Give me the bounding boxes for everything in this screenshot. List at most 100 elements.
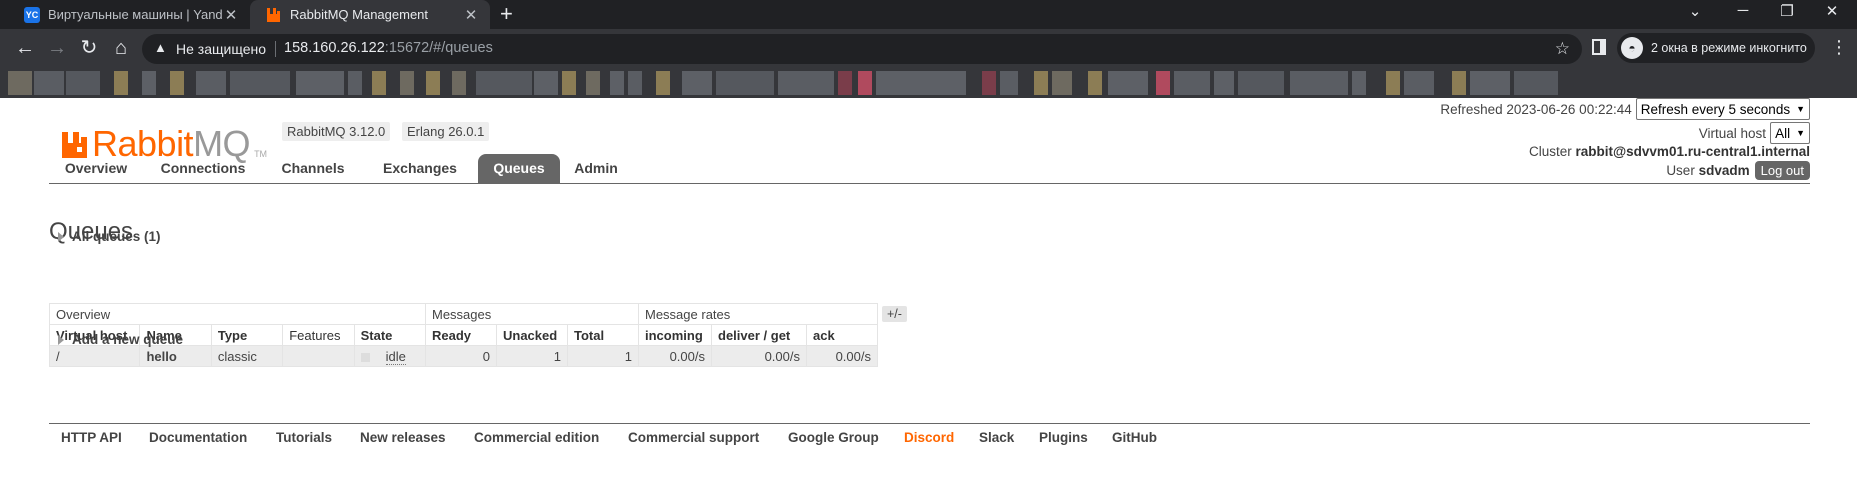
bookmark-item[interactable] xyxy=(1514,71,1558,95)
reload-icon[interactable]: ↻ xyxy=(76,37,102,59)
url-text[interactable]: 158.160.26.122:15672/#/queues xyxy=(284,40,493,56)
bookmark-item[interactable] xyxy=(876,71,966,95)
incognito-badge[interactable]: ◓ 2 окна в режиме инкогнито xyxy=(1617,33,1815,63)
browser-menu-icon[interactable]: ⋮ xyxy=(1830,37,1848,58)
bookmark-item[interactable] xyxy=(170,71,184,95)
address-bar[interactable]: ▲ Не защищено 158.160.26.122:15672/#/que… xyxy=(142,34,1582,64)
tab-channels[interactable]: Channels xyxy=(263,154,363,183)
bookmark-item[interactable] xyxy=(778,71,834,95)
footer-link-new-releases[interactable]: New releases xyxy=(360,430,446,445)
expand-triangle-icon xyxy=(58,334,64,345)
bookmark-item[interactable] xyxy=(1034,71,1048,95)
tab-overview[interactable]: Overview xyxy=(49,154,143,183)
tab-exchanges[interactable]: Exchanges xyxy=(363,154,477,183)
bookmark-item[interactable] xyxy=(372,71,386,95)
bookmark-item[interactable] xyxy=(476,71,532,95)
footer-link-commercial-support[interactable]: Commercial support xyxy=(628,430,759,445)
bookmark-item[interactable] xyxy=(628,71,642,95)
tab-queues[interactable]: Queues xyxy=(478,154,560,183)
bookmark-item[interactable] xyxy=(142,71,156,95)
bookmark-item[interactable] xyxy=(610,71,624,95)
bookmark-item[interactable] xyxy=(1088,71,1102,95)
bookmark-item[interactable] xyxy=(534,71,558,95)
col-deliver-get[interactable]: deliver / get xyxy=(711,324,807,346)
bookmark-item[interactable] xyxy=(586,71,600,95)
column-options-button[interactable]: +/- xyxy=(882,306,907,322)
bookmark-item[interactable] xyxy=(1052,71,1072,95)
bookmark-item[interactable] xyxy=(1404,71,1434,95)
col-type[interactable]: Type xyxy=(210,324,284,346)
bookmark-item[interactable] xyxy=(656,71,670,95)
bookmark-item[interactable] xyxy=(682,71,712,95)
tab-yandex-cloud[interactable]: YC Виртуальные машины | Yandex Clo ✕ xyxy=(8,0,250,29)
footer-link-plugins[interactable]: Plugins xyxy=(1039,430,1088,445)
bookmark-item[interactable] xyxy=(1214,71,1234,95)
bookmark-item[interactable] xyxy=(34,71,64,95)
tab-search-chevron-icon[interactable]: ⌄ xyxy=(1683,2,1707,20)
forward-icon[interactable]: → xyxy=(44,37,70,59)
bookmark-item[interactable] xyxy=(230,71,290,95)
bookmark-item[interactable] xyxy=(838,71,852,95)
bookmark-item[interactable] xyxy=(1386,71,1400,95)
bookmark-item[interactable] xyxy=(426,71,440,95)
col-total[interactable]: Total xyxy=(567,324,639,346)
footer-link-http-api[interactable]: HTTP API xyxy=(61,430,122,445)
bookmark-item[interactable] xyxy=(114,71,128,95)
bookmark-item[interactable] xyxy=(348,71,362,95)
bookmark-item[interactable] xyxy=(1290,71,1348,95)
footer-link-tutorials[interactable]: Tutorials xyxy=(276,430,332,445)
home-icon[interactable]: ⌂ xyxy=(108,37,134,59)
col-ready[interactable]: Ready xyxy=(425,324,497,346)
col-state[interactable]: State xyxy=(353,324,427,346)
bookmark-item[interactable] xyxy=(1156,71,1170,95)
footer-link-slack[interactable]: Slack xyxy=(979,430,1014,445)
vhost-select[interactable]: All ▼ xyxy=(1770,122,1810,144)
bookmark-item[interactable] xyxy=(1000,71,1018,95)
add-queue-toggle[interactable]: Add a new queue xyxy=(58,332,183,347)
all-queues-toggle[interactable]: All queues (1) xyxy=(58,229,161,244)
close-window-icon[interactable]: ✕ xyxy=(1820,2,1844,20)
bookmark-item[interactable] xyxy=(1174,71,1210,95)
table-row[interactable]: / hello classic idle 0 1 1 0.00/s 0.00/s… xyxy=(48,345,878,367)
footer-link-commercial-edition[interactable]: Commercial edition xyxy=(474,430,599,445)
bookmark-item[interactable] xyxy=(1470,71,1510,95)
footer-link-discord[interactable]: Discord xyxy=(904,430,954,445)
refresh-interval-select[interactable]: Refresh every 5 seconds ▼ xyxy=(1635,98,1810,120)
bookmark-item[interactable] xyxy=(1238,71,1284,95)
bookmark-star-icon[interactable]: ☆ xyxy=(1555,39,1570,59)
queue-name-link[interactable]: hello xyxy=(139,345,212,367)
bookmark-item[interactable] xyxy=(1452,71,1466,95)
back-icon[interactable]: ← xyxy=(12,37,38,59)
bookmark-item[interactable] xyxy=(296,71,344,95)
bookmark-item[interactable] xyxy=(8,71,32,95)
side-panel-icon[interactable] xyxy=(1592,39,1606,55)
tab-rabbitmq-management[interactable]: RabbitMQ Management ✕ xyxy=(250,0,490,29)
warning-icon[interactable]: ▲ xyxy=(154,40,167,55)
cell-state: idle xyxy=(353,345,427,367)
bookmark-item[interactable] xyxy=(1352,71,1366,95)
tab-admin[interactable]: Admin xyxy=(565,154,627,183)
col-incoming[interactable]: incoming xyxy=(638,324,712,346)
bookmark-item[interactable] xyxy=(858,71,872,95)
restore-icon[interactable]: ❐ xyxy=(1775,2,1799,20)
close-tab-icon[interactable]: ✕ xyxy=(222,6,240,24)
bookmark-item[interactable] xyxy=(716,71,774,95)
footer-link-documentation[interactable]: Documentation xyxy=(149,430,247,445)
security-label[interactable]: Не защищено xyxy=(176,41,266,57)
col-unacked[interactable]: Unacked xyxy=(496,324,568,346)
close-tab-icon[interactable]: ✕ xyxy=(462,6,480,24)
col-ack[interactable]: ack xyxy=(806,324,878,346)
footer-link-google-group[interactable]: Google Group xyxy=(788,430,879,445)
bookmark-item[interactable] xyxy=(66,71,100,95)
bookmark-item[interactable] xyxy=(562,71,576,95)
chevron-down-icon: ▼ xyxy=(1796,128,1805,138)
bookmark-item[interactable] xyxy=(196,71,226,95)
bookmark-item[interactable] xyxy=(982,71,996,95)
bookmark-item[interactable] xyxy=(1108,71,1148,95)
tab-connections[interactable]: Connections xyxy=(143,154,263,183)
new-tab-icon[interactable]: + xyxy=(500,2,513,26)
bookmark-item[interactable] xyxy=(400,71,414,95)
minimize-icon[interactable]: ─ xyxy=(1731,2,1755,19)
bookmark-item[interactable] xyxy=(452,71,466,95)
footer-link-github[interactable]: GitHub xyxy=(1112,430,1157,445)
